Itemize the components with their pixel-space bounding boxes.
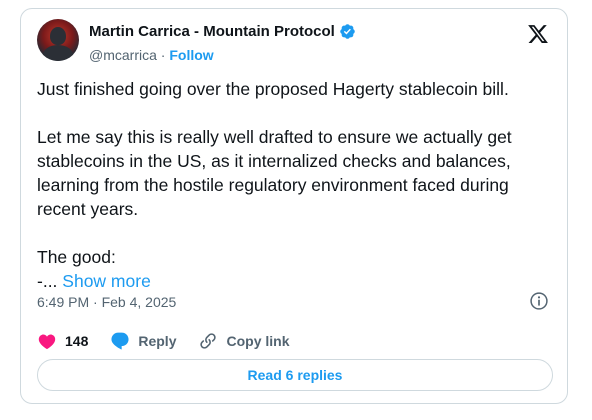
separator: · xyxy=(160,47,166,63)
truncated-text: -... xyxy=(37,271,58,291)
reply-label: Reply xyxy=(138,333,177,349)
tweet-card: Martin Carrica - Mountain Protocol @mcar… xyxy=(20,8,568,404)
copy-link-button[interactable]: Copy link xyxy=(198,331,290,351)
tweet-timestamp[interactable]: 6:49 PM · Feb 4, 2025 xyxy=(37,294,176,310)
x-logo-icon[interactable] xyxy=(527,23,549,45)
tweet-paragraph: Let me say this is really well drafted t… xyxy=(37,127,512,219)
author-handle-row: @mcarrica · Follow xyxy=(89,47,214,63)
copy-link-label: Copy link xyxy=(226,333,290,349)
info-icon[interactable] xyxy=(529,291,549,311)
tweet-paragraph: The good: xyxy=(37,247,116,267)
tweet-truncated-line: -... Show more xyxy=(37,269,557,293)
read-replies-button[interactable]: Read 6 replies xyxy=(37,359,553,391)
follow-button[interactable]: Follow xyxy=(169,47,213,63)
like-count: 148 xyxy=(65,333,89,349)
author-name-row: Martin Carrica - Mountain Protocol xyxy=(89,23,356,40)
tweet-paragraph: Just finished going over the proposed Ha… xyxy=(37,79,509,99)
reply-button[interactable]: Reply xyxy=(110,331,176,351)
show-more-link[interactable]: Show more xyxy=(62,271,151,291)
avatar[interactable] xyxy=(37,19,79,61)
reply-bubble-icon xyxy=(111,332,129,350)
like-button[interactable]: 148 xyxy=(37,331,88,351)
verified-badge-icon xyxy=(340,24,355,39)
heart-icon xyxy=(38,334,56,350)
author-handle[interactable]: @mcarrica xyxy=(89,47,157,63)
tweet-actions: 148 Reply Copy link xyxy=(37,331,290,351)
author-display-name[interactable]: Martin Carrica - Mountain Protocol xyxy=(89,23,335,40)
tweet-text: Just finished going over the proposed Ha… xyxy=(37,77,557,293)
link-icon xyxy=(200,333,217,349)
